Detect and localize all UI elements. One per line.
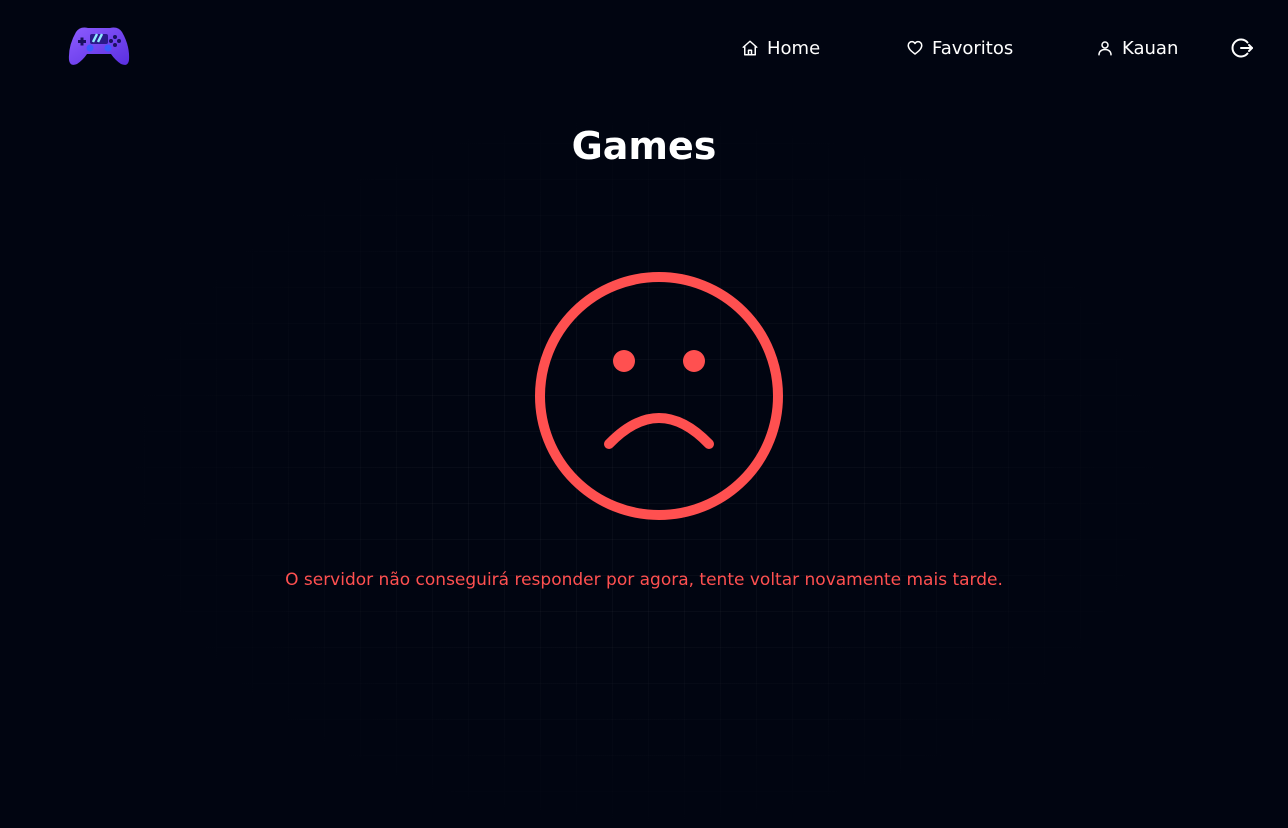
main-nav: Home Favoritos Kauan <box>0 34 1288 62</box>
page-title: Games <box>571 124 717 168</box>
sad-face-icon <box>533 270 785 522</box>
logout-icon[interactable] <box>1231 36 1255 60</box>
nav-user-label: Kauan <box>1122 37 1179 59</box>
home-icon <box>741 39 759 57</box>
heart-icon <box>906 39 924 57</box>
top-navbar: Home Favoritos Kauan <box>0 0 1288 96</box>
nav-favoritos-link[interactable]: Favoritos <box>906 34 1013 62</box>
nav-home-link[interactable]: Home <box>741 34 820 62</box>
nav-user-link[interactable]: Kauan <box>1096 34 1178 62</box>
error-message: O servidor não conseguirá responder por … <box>285 570 1003 590</box>
nav-home-label: Home <box>767 37 821 59</box>
nav-favoritos-label: Favoritos <box>932 37 1014 59</box>
user-icon <box>1096 39 1114 57</box>
